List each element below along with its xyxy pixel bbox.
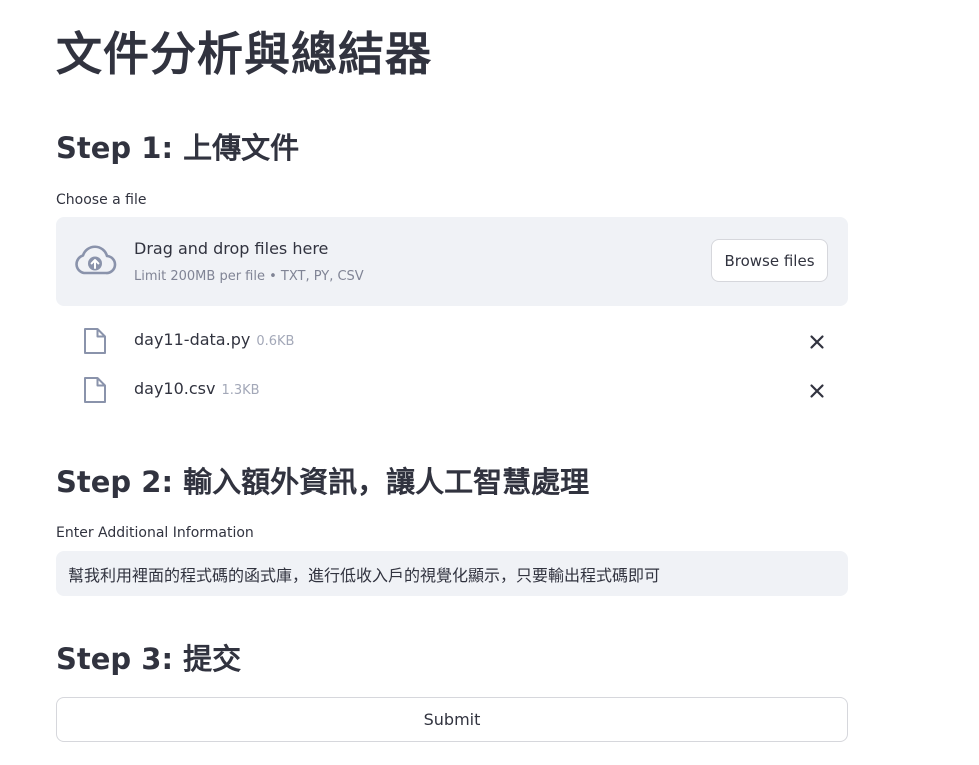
step3-heading: Step 3: 提交 bbox=[56, 642, 242, 676]
step1-heading: Step 1: 上傳文件 bbox=[56, 131, 300, 165]
cloud-upload-icon bbox=[75, 245, 117, 275]
app-page: 文件分析與總結器 Step 1: 上傳文件 Choose a file Drag… bbox=[0, 0, 979, 765]
submit-button[interactable]: Submit bbox=[56, 697, 848, 742]
step2-heading: Step 2: 輸入額外資訊，讓人工智慧處理 bbox=[56, 465, 590, 499]
dropzone-limits: Limit 200MB per file • TXT, PY, CSV bbox=[134, 269, 364, 284]
remove-file-button[interactable] bbox=[804, 378, 830, 404]
close-icon bbox=[810, 384, 824, 398]
uploaded-file-row: day10.csv 1.3KB bbox=[56, 372, 848, 408]
close-icon bbox=[810, 335, 824, 349]
file-dropzone[interactable]: Drag and drop files here Limit 200MB per… bbox=[56, 217, 848, 306]
file-size: 0.6KB bbox=[256, 334, 295, 349]
uploaded-file-row: day11-data.py 0.6KB bbox=[56, 323, 848, 359]
file-uploader-label: Choose a file bbox=[56, 192, 147, 208]
remove-file-button[interactable] bbox=[804, 329, 830, 355]
file-size: 1.3KB bbox=[221, 383, 260, 398]
browse-files-button[interactable]: Browse files bbox=[711, 239, 828, 282]
file-name: day10.csv bbox=[134, 379, 216, 398]
file-icon bbox=[84, 328, 106, 354]
additional-info-input[interactable] bbox=[56, 551, 848, 596]
page-title: 文件分析與總結器 bbox=[56, 27, 432, 81]
file-name: day11-data.py bbox=[134, 330, 251, 349]
additional-info-label: Enter Additional Information bbox=[56, 525, 254, 541]
dropzone-instructions: Drag and drop files here bbox=[134, 239, 329, 258]
file-icon bbox=[84, 377, 106, 403]
